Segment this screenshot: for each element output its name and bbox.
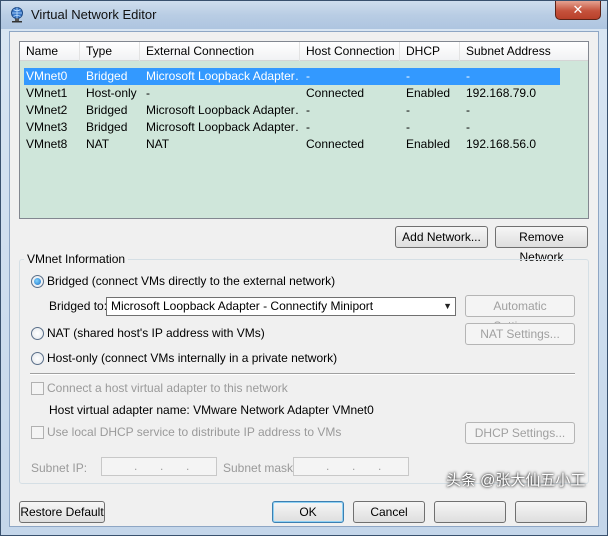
dhcp-label[interactable]: Use local DHCP service to distribute IP … [47,425,341,439]
column-header-dhcp[interactable]: DHCP [400,42,460,61]
cell-type: Bridged [86,103,128,117]
chevron-down-icon[interactable]: ▼ [443,301,452,311]
cell-subnet-address: - [466,120,470,134]
subnet-mask-label: Subnet mask: [223,461,297,475]
remove-network-button[interactable]: Remove Network [495,226,588,264]
cell-host-connection: Connected [306,86,365,100]
cell-name: VMnet8 [26,137,68,151]
automatic-settings-button[interactable]: Automatic Settings... [465,295,575,333]
host-only-label[interactable]: Host-only (connect VMs internally in a p… [47,351,337,365]
connect-adapter-label[interactable]: Connect a host virtual adapter to this n… [47,381,288,395]
cell-host-connection: - [306,69,310,83]
dialog-client-area: Name Type External Connection Host Conne… [9,31,599,527]
cell-external-connection: - [146,86,150,100]
bridged-to-label: Bridged to: [49,299,108,313]
adapter-name-label: Host virtual adapter name: VMware Networ… [49,403,374,417]
column-header-subnet-address[interactable]: Subnet Address [460,42,588,61]
section-divider [30,373,575,375]
cell-external-connection: Microsoft Loopback Adapter… [146,120,300,134]
ok-button[interactable]: OK [272,501,344,523]
cell-name: VMnet1 [26,86,68,100]
network-globe-icon [11,7,23,23]
cell-type: Bridged [86,120,128,134]
column-header-external-connection[interactable]: External Connection [140,42,300,61]
cell-subnet-address: - [466,69,470,83]
cell-type: Bridged [86,69,128,83]
cell-subnet-address: 192.168.79.0 [466,86,537,100]
dhcp-checkbox[interactable] [31,426,44,439]
cell-dhcp: Enabled [406,86,451,100]
bridged-to-dropdown[interactable]: Microsoft Loopback Adapter - Connectify … [106,297,456,316]
radio-selected-dot [34,278,41,285]
cell-type: Host-only [86,86,137,100]
cell-subnet-address: 192.168.56.0 [466,137,537,151]
nat-label[interactable]: NAT (shared host's IP address with VMs) [47,326,265,340]
title-bar[interactable]: Virtual Network Editor ✕ [1,1,607,29]
table-row[interactable]: VMnet3 Bridged Microsoft Loopback Adapte… [20,119,588,136]
table-row[interactable]: VMnet1 Host-only - Connected Enabled 192… [20,85,588,102]
apply-button[interactable] [434,501,506,523]
network-list[interactable]: Name Type External Connection Host Conne… [19,41,589,219]
table-row[interactable]: VMnet8 NAT NAT Connected Enabled 192.168… [20,136,588,153]
cell-subnet-address: - [466,103,470,117]
nat-radio[interactable] [31,327,44,340]
add-network-button[interactable]: Add Network... [395,226,488,248]
help-button[interactable] [515,501,587,523]
cell-type: NAT [86,137,110,151]
bridged-label[interactable]: Bridged (connect VMs directly to the ext… [47,274,335,288]
close-button[interactable]: ✕ [555,1,601,20]
cell-dhcp: Enabled [406,137,451,151]
cell-dhcp: - [406,69,410,83]
column-header-name[interactable]: Name [20,42,80,61]
cancel-button[interactable]: Cancel [353,501,425,523]
subnet-ip-label: Subnet IP: [31,461,88,475]
connect-adapter-checkbox[interactable] [31,382,44,395]
cell-host-connection: Connected [306,137,365,151]
cell-name: VMnet2 [26,103,68,117]
subnet-ip-field[interactable]: ... [101,457,217,476]
nat-settings-button[interactable]: NAT Settings... [465,323,575,345]
host-only-radio[interactable] [31,352,44,365]
cell-host-connection: - [306,120,310,134]
table-row[interactable]: VMnet2 Bridged Microsoft Loopback Adapte… [20,102,588,119]
cell-name: VMnet3 [26,120,68,134]
cell-external-connection: Microsoft Loopback Adapter… [146,103,300,117]
cell-dhcp: - [406,120,410,134]
window-title: Virtual Network Editor [31,7,157,22]
vmnet-information-title: VMnet Information [24,252,129,266]
vmnet-information-group [19,259,589,484]
watermark-text: 头条 @张大仙五小工 [446,472,586,489]
cell-external-connection: NAT [146,137,170,151]
bridged-to-selected-value: Microsoft Loopback Adapter - Connectify … [111,299,374,313]
network-list-header: Name Type External Connection Host Conne… [20,42,588,61]
bridged-radio[interactable] [31,275,44,288]
cell-dhcp: - [406,103,410,117]
column-header-type[interactable]: Type [80,42,140,61]
restore-default-button[interactable]: Restore Default [19,501,105,523]
subnet-mask-field[interactable]: ... [293,457,409,476]
cell-name: VMnet0 [26,69,68,83]
virtual-network-editor-window: Virtual Network Editor ✕ Name Type Exter… [0,0,608,536]
dhcp-settings-button[interactable]: DHCP Settings... [465,422,575,444]
table-row[interactable]: VMnet0 Bridged Microsoft Loopback Adapte… [20,68,588,85]
cell-host-connection: - [306,103,310,117]
column-header-host-connection[interactable]: Host Connection [300,42,400,61]
cell-external-connection: Microsoft Loopback Adapter… [146,69,300,83]
